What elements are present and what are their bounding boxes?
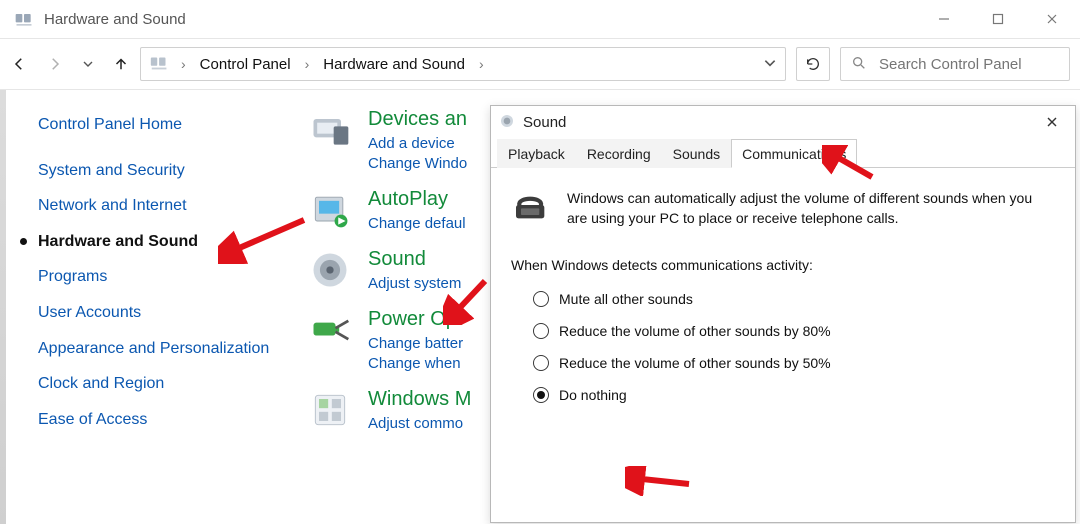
radio-group: Mute all other sounds Reduce the volume …: [511, 291, 1055, 403]
sidebar-item-user-accounts[interactable]: User Accounts: [38, 302, 298, 324]
cat-title[interactable]: AutoPlay: [368, 188, 466, 211]
toolbar: › Control Panel › Hardware and Sound ›: [0, 38, 1080, 90]
devices-icon: [308, 108, 352, 152]
radio-do-nothing[interactable]: Do nothing: [533, 387, 1055, 403]
sidebar-item-hardware-sound[interactable]: Hardware and Sound: [38, 231, 298, 253]
radio-mute[interactable]: Mute all other sounds: [533, 291, 1055, 307]
prompt-text: When Windows detects communications acti…: [511, 257, 1055, 273]
cat-link[interactable]: Change when: [368, 355, 463, 372]
radio-label: Do nothing: [559, 387, 627, 403]
breadcrumb-seg-2[interactable]: Hardware and Sound: [319, 54, 469, 75]
forward-button[interactable]: [46, 55, 64, 73]
dialog-body: Windows can automatically adjust the vol…: [491, 168, 1075, 413]
sidebar-item-ease-access[interactable]: Ease of Access: [38, 409, 298, 431]
intro-text: Windows can automatically adjust the vol…: [567, 188, 1055, 229]
search-input[interactable]: [879, 56, 1059, 73]
sound-dialog-icon: [499, 113, 515, 132]
cat-title[interactable]: Devices an: [368, 108, 467, 131]
window-titlebar: Hardware and Sound: [0, 0, 1080, 38]
nav-arrows: [10, 55, 130, 73]
sidebar-item-appearance[interactable]: Appearance and Personalization: [38, 338, 298, 360]
chevron-right-icon: ›: [305, 56, 310, 72]
sidebar-item-system-security[interactable]: System and Security: [38, 160, 298, 182]
sidebar-item-programs[interactable]: Programs: [38, 266, 298, 288]
tab-communications[interactable]: Communications: [731, 139, 857, 168]
refresh-button[interactable]: [796, 47, 830, 81]
window-title: Hardware and Sound: [44, 11, 186, 28]
up-button[interactable]: [112, 55, 130, 73]
radio-label: Reduce the volume of other sounds by 80%: [559, 323, 831, 339]
cat-title[interactable]: Windows M: [368, 388, 471, 411]
radio-label: Mute all other sounds: [559, 291, 693, 307]
cat-link[interactable]: Adjust commo: [368, 415, 471, 432]
chevron-right-icon: ›: [181, 56, 186, 72]
cat-link[interactable]: Change batter: [368, 335, 463, 352]
maximize-button[interactable]: [984, 9, 1012, 29]
tab-recording[interactable]: Recording: [576, 139, 662, 168]
cat-link[interactable]: Change Windo: [368, 155, 467, 172]
sidebar-item-network[interactable]: Network and Internet: [38, 195, 298, 217]
cat-link[interactable]: Adjust system: [368, 275, 461, 292]
cat-title[interactable]: Sound: [368, 248, 461, 271]
address-bar[interactable]: › Control Panel › Hardware and Sound ›: [140, 47, 786, 81]
radio-reduce-50[interactable]: Reduce the volume of other sounds by 50%: [533, 355, 1055, 371]
breadcrumb-seg-1[interactable]: Control Panel: [196, 54, 295, 75]
sidebar: Control Panel Home System and Security N…: [6, 90, 298, 524]
close-button[interactable]: [1038, 9, 1066, 29]
cat-title[interactable]: Power Opt: [368, 308, 463, 331]
search-box[interactable]: [840, 47, 1070, 81]
sound-dialog: Sound Playback Recording Sounds Communic…: [490, 105, 1076, 523]
dialog-title: Sound: [523, 114, 566, 131]
chevron-right-icon: ›: [479, 56, 484, 72]
dialog-close-button[interactable]: [1037, 111, 1067, 133]
search-icon: [851, 55, 867, 74]
tab-playback[interactable]: Playback: [497, 139, 576, 168]
power-icon: [308, 308, 352, 352]
sidebar-item-clock-region[interactable]: Clock and Region: [38, 373, 298, 395]
recent-dropdown[interactable]: [82, 58, 94, 70]
autoplay-icon: [308, 188, 352, 232]
back-button[interactable]: [10, 55, 28, 73]
cat-link[interactable]: Change defaul: [368, 215, 466, 232]
minimize-button[interactable]: [930, 9, 958, 29]
dialog-titlebar: Sound: [491, 106, 1075, 138]
cat-link[interactable]: Add a device: [368, 135, 467, 152]
dialog-tabs: Playback Recording Sounds Communications: [491, 138, 1075, 168]
sidebar-item-home[interactable]: Control Panel Home: [38, 114, 298, 136]
telephone-icon: [511, 190, 551, 226]
address-dropdown[interactable]: [763, 56, 777, 73]
sound-icon: [308, 248, 352, 292]
tab-sounds[interactable]: Sounds: [662, 139, 731, 168]
radio-reduce-80[interactable]: Reduce the volume of other sounds by 80%: [533, 323, 1055, 339]
address-icon: [149, 52, 171, 77]
control-panel-icon: [14, 9, 34, 29]
window-controls: [930, 9, 1072, 29]
mobility-icon: [308, 388, 352, 432]
radio-label: Reduce the volume of other sounds by 50%: [559, 355, 831, 371]
